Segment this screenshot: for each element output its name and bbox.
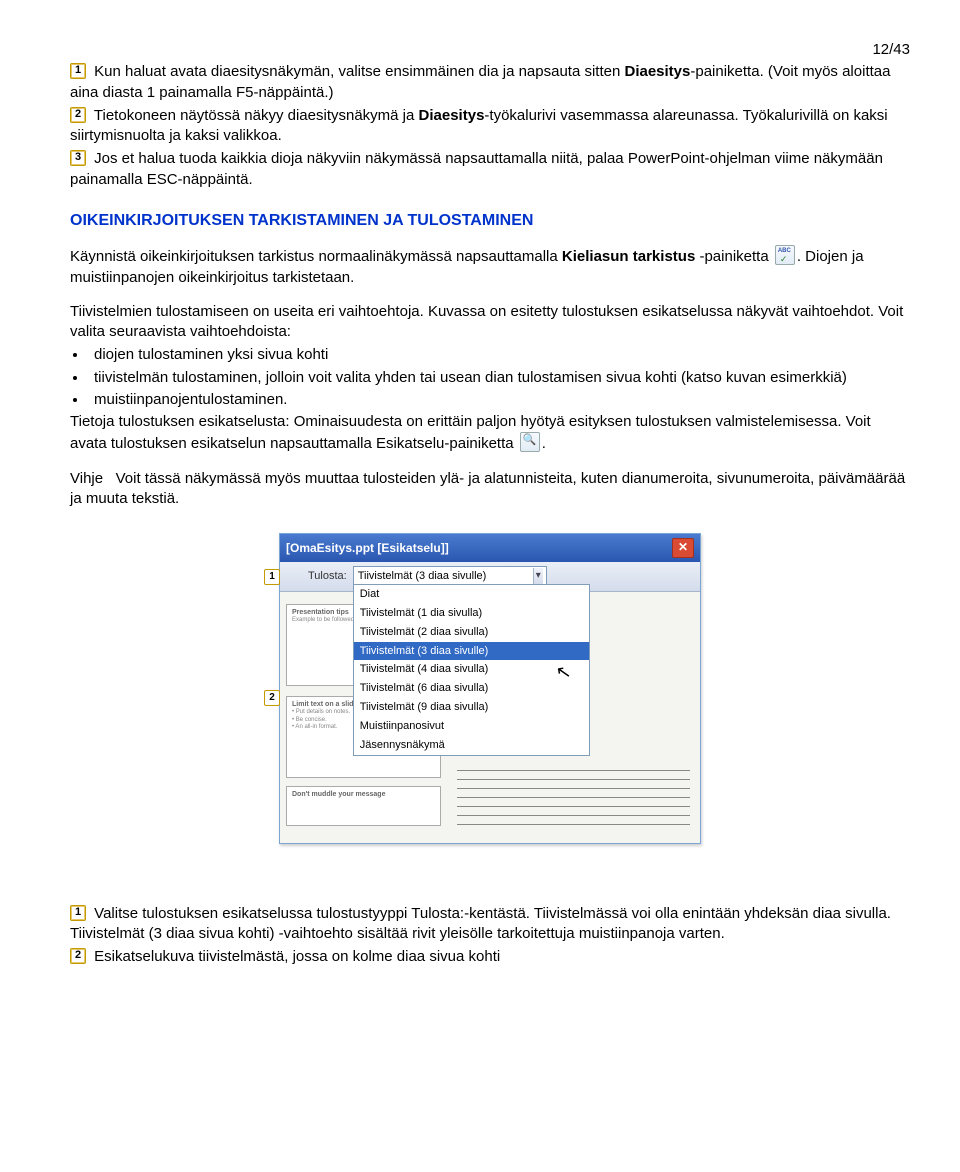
bullet-1-icon: 1: [70, 63, 86, 79]
paragraph-preview: Tietoja tulostuksen esikatselusta: Omina…: [70, 412, 910, 455]
hint-label: Vihje: [70, 470, 103, 487]
close-icon[interactable]: ✕: [672, 538, 694, 558]
intro-steps: 1 Kun haluat avata diaesitysnäkymän, val…: [70, 62, 910, 190]
list-item: muistiinpanojentulostaminen.: [88, 390, 910, 410]
toolbar: 1 Tulosta: Tiivistelmät (3 diaa sivulle)…: [280, 562, 700, 592]
step-2: 2 Tietokoneen näytössä näkyy diaesitysnä…: [70, 106, 910, 147]
para3-a: Tietoja tulostuksen esikatselusta: Omina…: [70, 413, 871, 452]
bullet-2-icon: 2: [70, 107, 86, 123]
step-2-text-a: Tietokoneen näytössä näkyy diaesitysnäky…: [94, 107, 419, 124]
section-heading: OIKEINKIRJOITUKSEN TARKISTAMINEN JA TULO…: [70, 210, 910, 232]
page-number: 12/43: [70, 40, 910, 60]
footnote-1: 1 Valitse tulostuksen esikatselussa tulo…: [70, 904, 910, 945]
print-options-list: diojen tulostaminen yksi sivua kohti tii…: [88, 345, 910, 410]
step-3: 3 Jos et halua tuoda kaikkia dioja näkyv…: [70, 149, 910, 190]
para1-a: Käynnistä oikeinkirjoituksen tarkistus n…: [70, 248, 562, 265]
step-1-text-a: Kun haluat avata diaesitysnäkymän, valit…: [94, 63, 624, 80]
callout-2-icon: 2: [264, 690, 280, 706]
spellcheck-icon: [775, 245, 795, 265]
para1-bold: Kieliasun tarkistus: [562, 248, 695, 265]
print-field-label: Tulosta:: [308, 569, 347, 584]
embedded-screenshot: [OmaEsitys.ppt [Esikatselu]] ✕ 1 Tulosta…: [70, 533, 910, 844]
dropdown-option[interactable]: Tiivistelmät (2 diaa sivulla): [354, 623, 589, 642]
paragraph-spellcheck: Käynnistä oikeinkirjoituksen tarkistus n…: [70, 245, 910, 288]
step-1-bold: Diaesitys: [624, 63, 690, 80]
slide-thumb-3: Don't muddle your message: [286, 786, 441, 826]
footnote-2-text: Esikatselukuva tiivistelmästä, jossa on …: [94, 948, 500, 965]
footnote-1-text: Valitse tulostuksen esikatselussa tulost…: [70, 905, 891, 942]
window-titlebar: [OmaEsitys.ppt [Esikatselu]] ✕: [280, 534, 700, 562]
footnote-2: 2 Esikatselukuva tiivistelmästä, jossa o…: [70, 947, 910, 967]
bullet-2-icon: 2: [70, 948, 86, 964]
list-item: tiivistelmän tulostaminen, jolloin voit …: [88, 368, 910, 388]
print-preview-icon: [520, 432, 540, 452]
dropdown-option[interactable]: Tiivistelmät (6 diaa sivulla): [354, 679, 589, 698]
print-dropdown-list[interactable]: Diat Tiivistelmät (1 dia sivulla) Tiivis…: [353, 584, 590, 756]
callout-1-icon: 1: [264, 569, 280, 585]
thumb-title: Don't muddle your message: [292, 791, 435, 799]
dropdown-option[interactable]: Muistiinpanosivut: [354, 717, 589, 736]
dropdown-option[interactable]: Tiivistelmät (1 dia sivulla): [354, 604, 589, 623]
bullet-1-icon: 1: [70, 905, 86, 921]
hint-paragraph: Vihje Voit tässä näkymässä myös muuttaa …: [70, 469, 910, 510]
para3-b: .: [542, 435, 546, 452]
bullet-3-icon: 3: [70, 150, 86, 166]
step-2-bold: Diaesitys: [419, 107, 485, 124]
paragraph-print-options: Tiivistelmien tulostamiseen on useita er…: [70, 302, 910, 343]
step-3-text: Jos et halua tuoda kaikkia dioja näkyvii…: [70, 150, 883, 187]
dropdown-option[interactable]: Diat: [354, 585, 589, 604]
dropdown-option-selected[interactable]: Tiivistelmät (3 diaa sivulle): [354, 642, 589, 661]
step-1: 1 Kun haluat avata diaesitysnäkymän, val…: [70, 62, 910, 103]
dropdown-option[interactable]: Tiivistelmät (9 diaa sivulla): [354, 698, 589, 717]
para1-b: -painiketta: [695, 248, 773, 265]
window-title: [OmaEsitys.ppt [Esikatselu]]: [286, 540, 449, 556]
dropdown-option[interactable]: Jäsennysnäkymä: [354, 736, 589, 755]
hint-text: Voit tässä näkymässä myös muuttaa tulost…: [70, 470, 905, 507]
list-item: diojen tulostaminen yksi sivua kohti: [88, 345, 910, 365]
